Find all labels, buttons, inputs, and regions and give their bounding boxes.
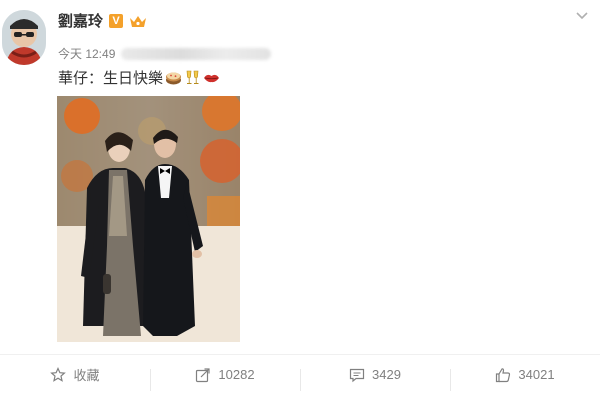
star-icon [50,366,67,382]
blurred-source-text [121,47,272,60]
post-content: 華仔：生日快樂 [58,67,220,88]
like-count: 34021 [518,367,555,382]
share-icon [196,367,211,382]
like-button[interactable]: 34021 [450,367,600,391]
comment-count: 3429 [372,367,401,382]
comment-button[interactable]: 3429 [300,367,450,391]
thumbs-up-icon [496,367,511,382]
username-link[interactable]: 劉嘉玲 [58,10,103,31]
post-meta: 今天 12:49 [58,45,272,62]
share-button[interactable]: 10282 [150,367,300,391]
post-photo[interactable] [57,96,240,342]
favorite-label: 收藏 [73,368,100,383]
user-avatar[interactable] [2,10,46,65]
share-count: 10282 [218,367,255,382]
post-timestamp[interactable]: 今天 12:49 [58,45,115,62]
cheers-emoji-icon [186,70,199,84]
action-bar: 收藏 10282 3429 34021 [0,354,600,394]
post-text: 華仔：生日快樂 [58,70,164,87]
favorite-button[interactable]: 收藏 [0,365,150,384]
post-header: 劉嘉玲 V [58,10,147,31]
cake-emoji-icon [166,72,182,85]
vip-crown-icon [130,15,147,27]
lips-emoji-icon [204,74,220,83]
verified-badge-icon: V [109,13,124,28]
chevron-down-icon[interactable] [576,12,588,20]
comment-icon [349,368,365,382]
